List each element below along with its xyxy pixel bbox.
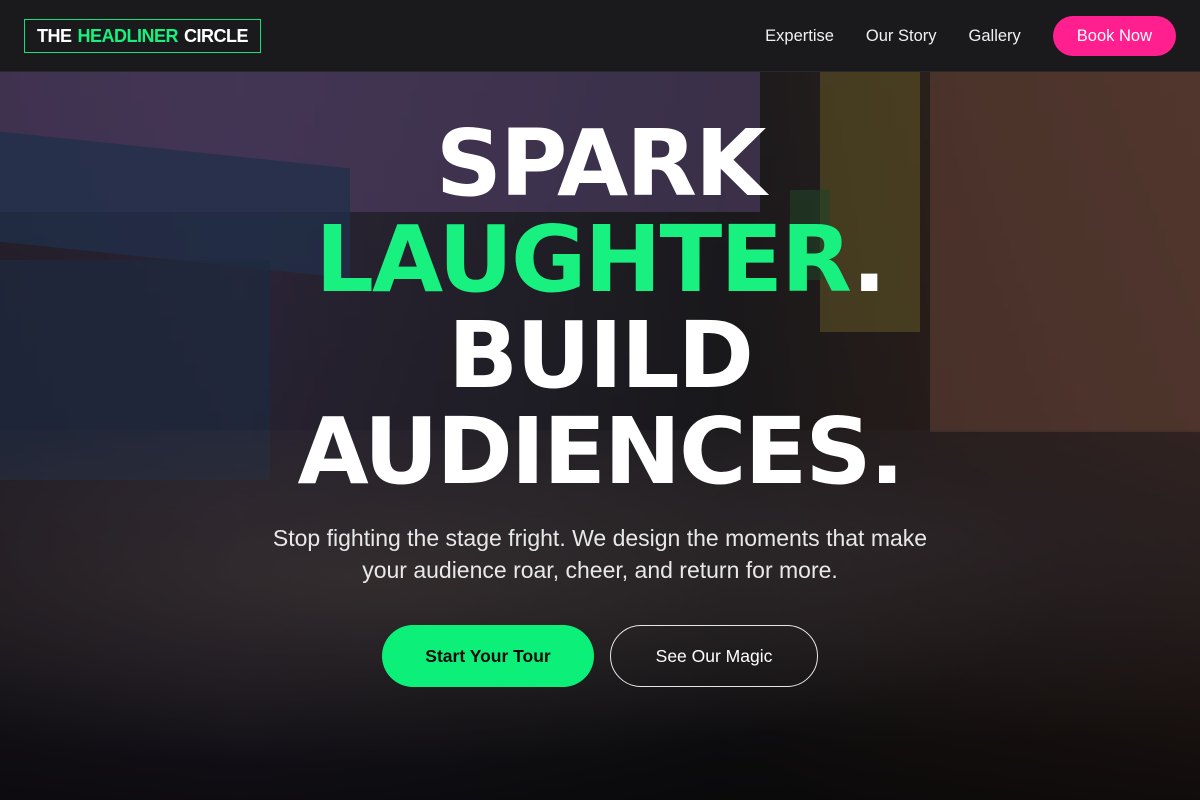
headline-line-audiences: AUDIENCES.	[297, 398, 904, 505]
logo-word-circle: CIRCLE	[184, 25, 249, 46]
see-our-magic-button[interactable]: See Our Magic	[610, 625, 818, 687]
hero-section: SPARK LAUGHTER. BUILD AUDIENCES. Stop fi…	[0, 72, 1200, 800]
nav-link-our-story[interactable]: Our Story	[866, 27, 937, 46]
main-nav: Expertise Our Story Gallery Book Now	[765, 16, 1176, 56]
start-your-tour-button[interactable]: Start Your Tour	[382, 625, 594, 687]
hero-cta-row: Start Your Tour See Our Magic	[0, 625, 1200, 687]
nav-link-expertise[interactable]: Expertise	[765, 27, 834, 46]
brand-logo[interactable]: THE HEADLINER CIRCLE	[24, 19, 262, 53]
headline-word-laughter: LAUGHTER	[315, 206, 853, 313]
logo-word-headliner: HEADLINER	[77, 25, 179, 46]
headline-line-spark: SPARK	[435, 110, 767, 217]
logo-word-the: THE	[37, 25, 72, 46]
nav-link-gallery[interactable]: Gallery	[969, 27, 1021, 46]
headline-period: .	[851, 206, 887, 313]
site-header: THE HEADLINER CIRCLE Expertise Our Story…	[0, 0, 1200, 72]
headline-line-build: BUILD	[447, 302, 754, 409]
hero-subheading: Stop fighting the stage fright. We desig…	[272, 525, 928, 583]
book-now-button[interactable]: Book Now	[1052, 16, 1176, 56]
headline-line-laughter: LAUGHTER.	[0, 212, 1200, 308]
